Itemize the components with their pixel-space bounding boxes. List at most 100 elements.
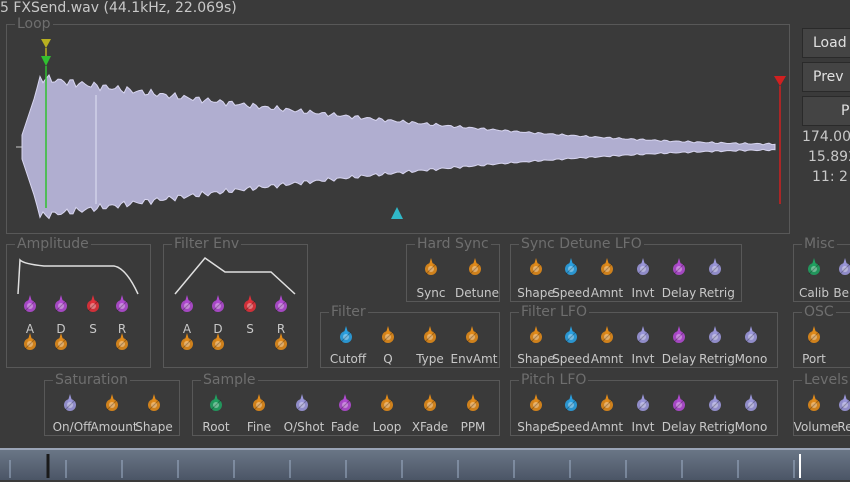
amplitude-r-knob-top[interactable] — [110, 293, 134, 317]
filter-envamt-knob[interactable] — [460, 324, 484, 348]
loop-center-marker[interactable] — [391, 207, 403, 219]
filter-lfo-invt-knob[interactable] — [631, 324, 655, 348]
filter-lfo-panel-title: Filter LFO — [519, 304, 589, 320]
sample-fine-label: Fine — [246, 420, 272, 434]
pitch-lfo-retrig-knob[interactable] — [703, 392, 727, 416]
filter-lfo-amnt-label: Amnt — [590, 352, 624, 366]
pitch-lfo-shape-label: Shape — [517, 420, 555, 434]
filter-lfo-mono-label: Mono — [734, 352, 768, 366]
osc-port-label: Port — [802, 352, 826, 366]
filter-lfo-amnt-knob[interactable] — [595, 324, 619, 348]
sync-detune-lfo-speed-knob[interactable] — [559, 256, 583, 280]
amplitude-a-knob-top[interactable] — [18, 293, 42, 317]
filter-cutoff-label: Cutoff — [329, 352, 367, 366]
prev-button[interactable]: Prev — [802, 62, 850, 92]
filter-env-d-knob-bottom[interactable] — [206, 331, 230, 355]
sync-detune-lfo-invt-knob[interactable] — [631, 256, 655, 280]
filter-q-label: Q — [383, 352, 393, 366]
sample-fine-knob[interactable] — [247, 392, 271, 416]
filter-type-knob[interactable] — [418, 324, 442, 348]
sample-xfade-knob[interactable] — [418, 392, 442, 416]
saturation-amount-label: Amount — [90, 420, 138, 434]
filter-env-a-knob-bottom[interactable] — [175, 331, 199, 355]
levels-re-label: Re — [837, 420, 850, 434]
play-button[interactable]: P — [802, 96, 850, 126]
sync-detune-lfo-delay-knob[interactable] — [667, 256, 691, 280]
filter-panel-title: Filter — [329, 304, 368, 320]
sample-ppm-knob[interactable] — [461, 392, 485, 416]
pitch-lfo-panel-title: Pitch LFO — [519, 372, 589, 388]
amplitude-s-knob-top[interactable] — [81, 293, 105, 317]
misc-ben-knob[interactable] — [833, 256, 850, 280]
pitch-lfo-delay-knob[interactable] — [667, 392, 691, 416]
filter-lfo-mono-knob[interactable] — [739, 324, 763, 348]
timeline-bar[interactable] — [0, 448, 850, 480]
sync-detune-lfo-amnt-knob[interactable] — [595, 256, 619, 280]
filter-lfo-delay-knob[interactable] — [667, 324, 691, 348]
amplitude-d-knob-top[interactable] — [49, 293, 73, 317]
pitch-lfo-shape-knob[interactable] — [524, 392, 548, 416]
sample-start-marker-green[interactable] — [41, 56, 51, 66]
pitch-lfo-amnt-knob[interactable] — [595, 392, 619, 416]
filter-env-envelope-graph — [174, 256, 296, 295]
sample-root-knob[interactable] — [204, 392, 228, 416]
filter-env-r-knob-top[interactable] — [269, 293, 293, 317]
pitch-lfo-delay-label: Delay — [661, 420, 697, 434]
sample-o-shot-knob[interactable] — [290, 392, 314, 416]
pitch-lfo-invt-knob[interactable] — [631, 392, 655, 416]
amplitude-envelope-graph — [17, 258, 139, 295]
pitch-lfo-speed-knob[interactable] — [559, 392, 583, 416]
sync-detune-lfo-retrig-knob[interactable] — [703, 256, 727, 280]
pitch-lfo-speed-label: Speed — [552, 420, 590, 434]
saturation-panel-title: Saturation — [53, 372, 130, 388]
sample-fade-knob[interactable] — [333, 392, 357, 416]
timeline-ruler — [9, 454, 801, 478]
levels-re-knob[interactable] — [833, 392, 850, 416]
filter-lfo-delay-label: Delay — [661, 352, 697, 366]
pitch-lfo-mono-knob[interactable] — [739, 392, 763, 416]
saturation-shape-knob[interactable] — [142, 392, 166, 416]
sync-detune-lfo-shape-knob[interactable] — [524, 256, 548, 280]
hard-sync-detune-knob[interactable] — [463, 256, 487, 280]
pitch-lfo-mono-label: Mono — [734, 420, 768, 434]
filter-q-knob[interactable] — [376, 324, 400, 348]
filter-lfo-retrig-knob[interactable] — [703, 324, 727, 348]
filter-lfo-retrig-label: Retrig — [699, 352, 735, 366]
sample-o-shot-label: O/Shot — [283, 420, 325, 434]
info-duration: 15.892 — [808, 149, 850, 165]
filter-lfo-speed-knob[interactable] — [559, 324, 583, 348]
osc-panel-title: OSC — [802, 304, 836, 320]
loop-start-marker-yellow[interactable] — [41, 39, 51, 48]
sync-detune-lfo-amnt-label: Amnt — [590, 286, 624, 300]
amplitude-s-label: S — [89, 322, 97, 336]
filter-env-a-knob-top[interactable] — [175, 293, 199, 317]
filter-envamt-label: EnvAmt — [450, 352, 498, 366]
filter-lfo-shape-knob[interactable] — [524, 324, 548, 348]
misc-ben-label: Ben — [833, 286, 850, 300]
amplitude-d-knob-bottom[interactable] — [49, 331, 73, 355]
sync-detune-lfo-delay-label: Delay — [661, 286, 697, 300]
saturation-on-off-knob[interactable] — [58, 392, 82, 416]
sample-panel-title: Sample — [201, 372, 258, 388]
pitch-lfo-amnt-label: Amnt — [590, 420, 624, 434]
filter-env-r-knob-bottom[interactable] — [269, 331, 293, 355]
waveform-display[interactable] — [0, 20, 790, 250]
sample-xfade-label: XFade — [411, 420, 449, 434]
misc-calib-knob[interactable] — [802, 256, 826, 280]
load-button[interactable]: Load — [802, 28, 850, 58]
sync-detune-lfo-panel-title: Sync Detune LFO — [519, 236, 644, 252]
hard-sync-sync-knob[interactable] — [419, 256, 443, 280]
filter-env-s-knob-top[interactable] — [238, 293, 262, 317]
filter-cutoff-knob[interactable] — [334, 324, 358, 348]
levels-volume-knob[interactable] — [802, 392, 826, 416]
amplitude-r-knob-bottom[interactable] — [110, 331, 134, 355]
sample-loop-knob[interactable] — [375, 392, 399, 416]
filter-env-d-knob-top[interactable] — [206, 293, 230, 317]
waveform-shape — [21, 74, 776, 220]
info-tempo: 174.00 — [802, 129, 850, 145]
osc-port-knob[interactable] — [802, 324, 826, 348]
end-marker[interactable] — [774, 76, 786, 86]
amplitude-a-knob-bottom[interactable] — [18, 331, 42, 355]
sync-detune-lfo-retrig-label: Retrig — [699, 286, 735, 300]
saturation-amount-knob[interactable] — [100, 392, 124, 416]
